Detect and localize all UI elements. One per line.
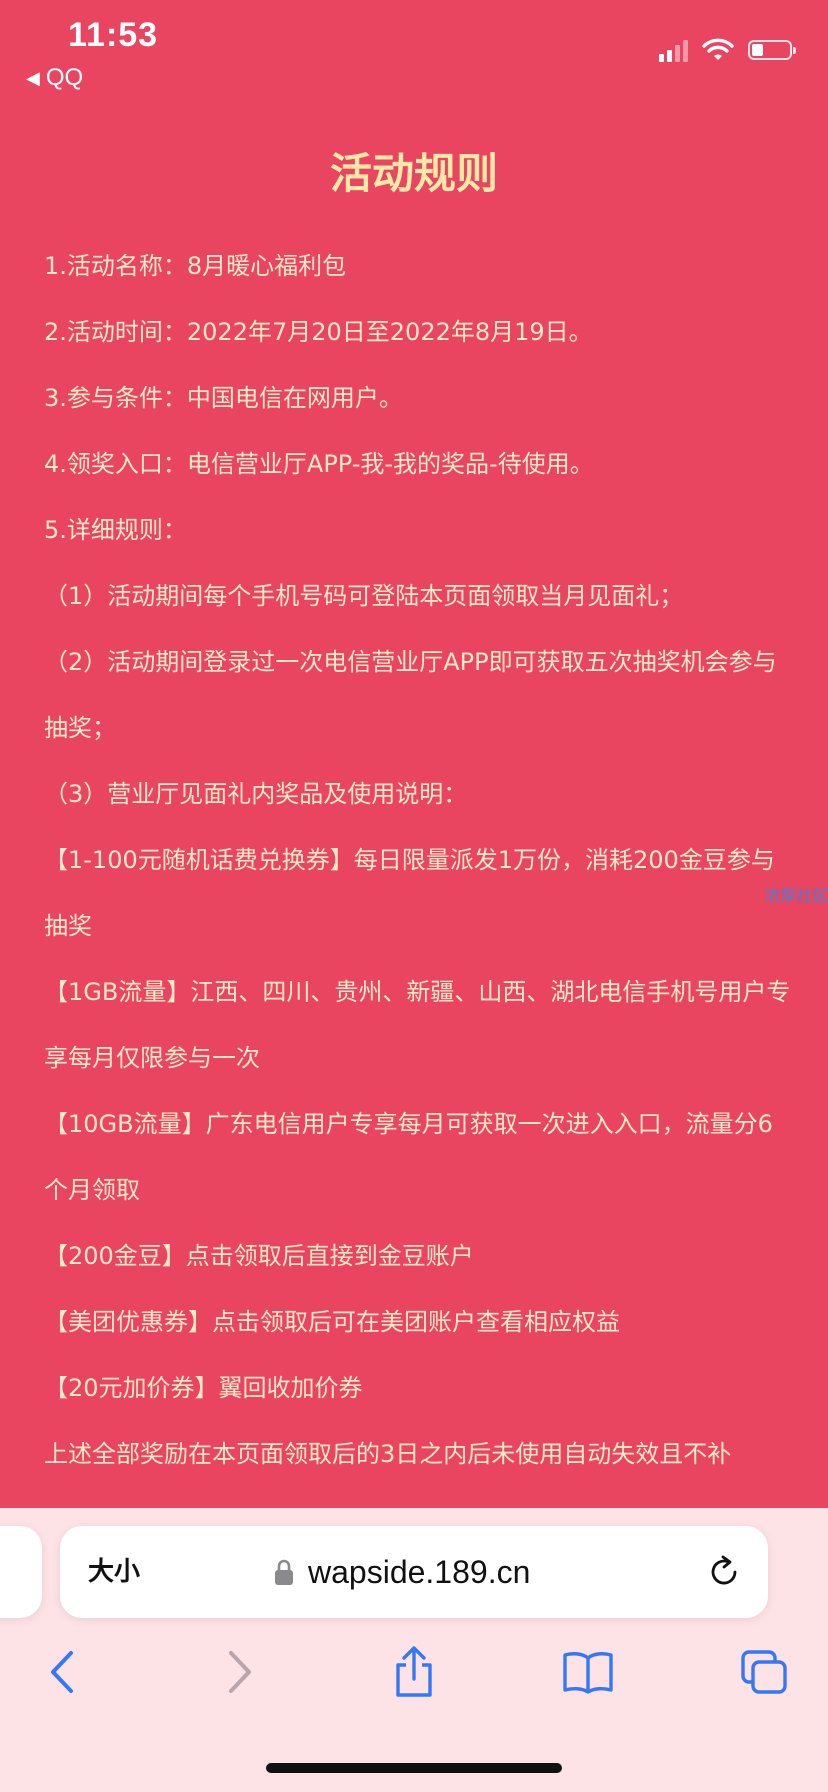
tabs-button[interactable] (736, 1646, 792, 1698)
chevron-right-icon (229, 1651, 251, 1693)
book-icon (563, 1652, 613, 1694)
watermark: 浓厚社区 (763, 886, 828, 905)
rule-item: 2.活动时间：2022年7月20日至2022年8月19日。 (44, 318, 593, 346)
rules-list: 1.活动名称：8月暖心福利包 2.活动时间：2022年7月20日至2022年8月… (44, 233, 794, 1487)
battery-level (752, 44, 763, 56)
rule-item: 5.详细规则： (44, 516, 187, 544)
cellular-signal-icon (659, 38, 688, 62)
rule-item: 【1GB流量】江西、四川、贵州、新疆、山西、湖北电信手机号用户专享每月仅限参与一… (44, 978, 791, 1072)
rule-item: 【10GB流量】广东电信用户专享每月可获取一次进入入口，流量分6个月领取 (44, 1110, 773, 1204)
status-icons (659, 38, 796, 62)
share-button[interactable] (386, 1646, 442, 1698)
forward-button[interactable] (212, 1646, 268, 1698)
wifi-icon (702, 38, 734, 60)
bookmarks-button[interactable] (560, 1646, 616, 1698)
rule-item: 上述全部奖励在本页面领取后的3日之内后未使用自动失效且不补 (44, 1440, 732, 1468)
home-indicator[interactable] (266, 1763, 562, 1773)
rule-item: （2）活动期间登录过一次电信营业厅APP即可获取五次抽奖机会参与抽奖； (44, 648, 777, 742)
reload-icon[interactable] (706, 1554, 742, 1590)
text-size-button[interactable]: 大小 (88, 1526, 140, 1618)
rule-item: 4.领奖入口：电信营业厅APP-我-我的奖品-待使用。 (44, 450, 594, 478)
previous-tab-preview[interactable] (0, 1526, 42, 1618)
chevron-left-icon (51, 1651, 73, 1693)
battery-icon (748, 40, 796, 60)
rule-item: 1.活动名称：8月暖心福利包 (44, 252, 347, 280)
address-bar[interactable]: 大小 wapside.189.cn (60, 1526, 768, 1618)
rule-item: 【1-100元随机话费兑换券】每日限量派发1万份，消耗200金豆参与抽奖 (44, 846, 775, 940)
lock-icon (275, 1559, 293, 1585)
rule-item: 3.参与条件：中国电信在网用户。 (44, 384, 403, 412)
back-app-label: QQ (45, 64, 84, 91)
rule-item: 【200金豆】点击领取后直接到金豆账户 (44, 1242, 474, 1270)
back-triangle-icon: ◀ (26, 67, 40, 88)
url-text[interactable]: wapside.189.cn (308, 1526, 530, 1618)
rule-item: （1）活动期间每个手机号码可登陆本页面领取当月见面礼； (44, 582, 684, 610)
back-button[interactable] (34, 1646, 90, 1698)
page-title: 活动规则 (329, 149, 498, 198)
browser-toolbar (0, 1632, 828, 1712)
share-icon (396, 1646, 432, 1697)
tabs-icon (741, 1650, 787, 1694)
rule-item: 【20元加价券】翼回收加价券 (44, 1374, 363, 1402)
back-to-app-link[interactable]: ◀ QQ (26, 64, 83, 92)
status-time: 11:53 (68, 16, 159, 54)
rule-item: （3）营业厅见面礼内奖品及使用说明： (44, 780, 468, 808)
rule-item: 【美团优惠券】点击领取后可在美团账户查看相应权益 (44, 1308, 620, 1336)
